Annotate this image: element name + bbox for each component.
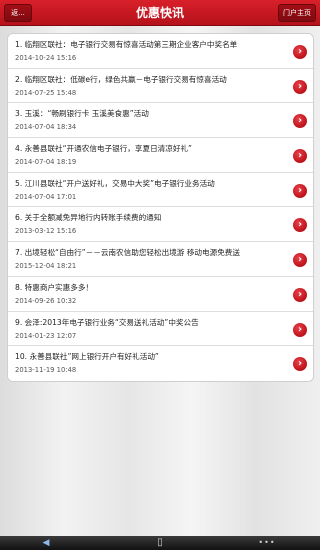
item-title: 8. 特惠商户实惠多多！	[15, 282, 94, 292]
chevron-right-icon[interactable]: ›	[293, 114, 307, 129]
list-item[interactable]: 2. 临翔区联社：低碳e行，绿色共赢－电子银行交易有惊喜活动 2014-07-2…	[8, 68, 313, 104]
list-item[interactable]: 7. 出境轻松“自由行”－－云南农信助您轻松出境游 移动电源免费送 2015-1…	[8, 242, 313, 277]
chevron-right-icon[interactable]: ›	[293, 149, 307, 164]
chevron-right-icon[interactable]: ›	[293, 253, 307, 268]
chevron-right-icon[interactable]: ›	[293, 287, 307, 302]
chevron-right-icon[interactable]: ›	[293, 183, 307, 198]
list-item[interactable]: 5. 江川县联社“开户送好礼，交易中大奖”电子银行业务活动 2014-07-04…	[8, 172, 313, 208]
chevron-right-icon[interactable]: ›	[293, 45, 307, 59]
chevron-right-icon[interactable]: ›	[293, 357, 307, 372]
item-title: 3. 玉溪：“畅刷银行卡 玉溪美食惠”活动	[15, 109, 149, 119]
item-title: 5. 江川县联社“开户送好礼，交易中大奖”电子银行业务活动	[15, 178, 215, 188]
item-date: 2014-07-04 18:19	[15, 158, 77, 167]
list-item[interactable]: 6. 关于全额减免异地行内转账手续费的通知 2013-03-12 15:16 ›	[8, 207, 313, 243]
item-date: 2014-07-04 17:01	[15, 192, 77, 201]
page-title: 优惠快讯	[135, 6, 184, 20]
header-bar: 返... 优惠快讯 门户主页	[0, 0, 320, 26]
item-date: 2014-01-23 12:07	[15, 331, 77, 340]
list-item[interactable]: 4. 永善县联社“开通农信电子银行，享夏日清凉好礼” 2014-07-04 18…	[8, 138, 313, 173]
item-date: 2013-11-19 10:48	[15, 366, 77, 375]
item-title: 1. 临翔区联社：电子银行交易有惊喜活动第三期企业客户中奖名单	[15, 40, 238, 49]
item-title: 10. 永善县联社”网上银行开户有好礼活动”	[15, 352, 159, 362]
chevron-right-icon[interactable]: ›	[293, 218, 307, 233]
list-item[interactable]: 9. 会泽:2013年电子银行业务“交易送礼活动”中奖公告 2014-01-23…	[8, 311, 313, 347]
item-date: 2014-09-26 10:32	[15, 296, 77, 305]
item-title: 4. 永善县联社“开通农信电子银行，享夏日清凉好礼”	[15, 144, 192, 154]
list-item[interactable]: 1. 临翔区联社：电子银行交易有惊喜活动第三期企业客户中奖名单 2014-10-…	[8, 34, 313, 69]
back-icon[interactable]: ◀	[38, 538, 54, 548]
list-item[interactable]: 3. 玉溪：“畅刷银行卡 玉溪美食惠”活动 2014-07-04 18:34 ›	[8, 103, 313, 139]
item-date: 2015-12-04 18:21	[15, 262, 77, 271]
chevron-right-icon[interactable]: ›	[293, 322, 307, 337]
item-title: 9. 会泽:2013年电子银行业务“交易送礼活动”中奖公告	[15, 317, 199, 327]
item-date: 2014-10-24 15:16	[15, 54, 77, 62]
promo-list: 1. 临翔区联社：电子银行交易有惊喜活动第三期企业客户中奖名单 2014-10-…	[7, 33, 314, 382]
item-date: 2014-07-25 15:48	[15, 88, 77, 97]
item-title: 7. 出境轻松“自由行”－－云南农信助您轻松出境游 移动电源免费送	[15, 248, 240, 258]
list-item[interactable]: 8. 特惠商户实惠多多！ 2014-09-26 10:32 ›	[8, 276, 313, 312]
list-item[interactable]: 10. 永善县联社”网上银行开户有好礼活动” 2013-11-19 10:48 …	[8, 346, 313, 381]
item-title: 2. 临翔区联社：低碳e行，绿色共赢－电子银行交易有惊喜活动	[15, 74, 227, 84]
more-icon[interactable]: •••	[258, 537, 276, 549]
item-date: 2014-07-04 18:34	[15, 123, 77, 132]
home-icon[interactable]: ▯	[154, 537, 166, 549]
item-date: 2013-03-12 15:16	[15, 227, 77, 236]
system-nav-bar: ◀ ▯ •••	[0, 536, 320, 550]
item-title: 6. 关于全额减免异地行内转账手续费的通知	[15, 213, 162, 223]
portal-home-button[interactable]: 门户主页	[278, 4, 316, 22]
chevron-right-icon[interactable]: ›	[293, 79, 307, 94]
